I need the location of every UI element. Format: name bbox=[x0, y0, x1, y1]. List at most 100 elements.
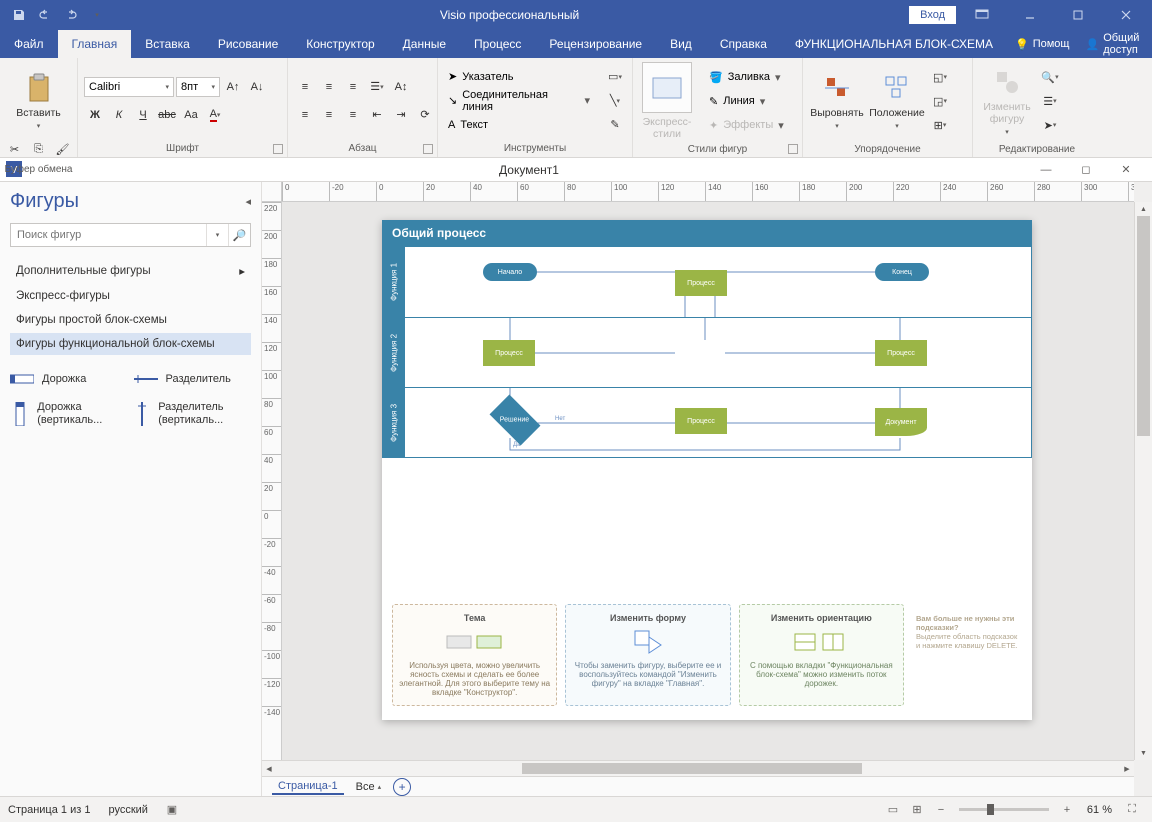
bullets-icon[interactable]: ☰▾ bbox=[366, 76, 388, 98]
add-page-icon[interactable]: + bbox=[393, 778, 411, 796]
qat-more-icon[interactable]: ▾ bbox=[84, 2, 110, 28]
tab-process[interactable]: Процесс bbox=[460, 30, 535, 58]
search-input[interactable] bbox=[11, 224, 206, 246]
align-center-icon[interactable]: ≡ bbox=[318, 104, 340, 126]
align-bot-icon[interactable]: ≡ bbox=[342, 76, 364, 98]
scroll-down-icon[interactable]: ▼ bbox=[1135, 746, 1152, 760]
minimize-icon[interactable] bbox=[1008, 1, 1052, 29]
doc-minimize-icon[interactable]: — bbox=[1026, 159, 1066, 181]
rotate-text-icon[interactable]: ⟳ bbox=[414, 104, 436, 126]
undo-icon[interactable] bbox=[32, 2, 58, 28]
ruler-horizontal[interactable]: 0-20020406080100120140160180200220240260… bbox=[282, 182, 1134, 202]
tab-view[interactable]: Вид bbox=[656, 30, 706, 58]
scrollbar-horizontal[interactable]: ◀ ▶ bbox=[262, 760, 1134, 776]
ruler-vertical[interactable]: 220200180160140120100806040200-20-40-60-… bbox=[262, 202, 282, 760]
swimlane-container[interactable]: Функция 1 Начало Конец Функция 2 Процесс bbox=[382, 246, 1032, 458]
tab-help[interactable]: Справка bbox=[706, 30, 781, 58]
bring-front-icon[interactable]: ◱▾ bbox=[929, 66, 951, 88]
maximize-icon[interactable] bbox=[1056, 1, 1100, 29]
font-dialog-icon[interactable] bbox=[273, 144, 283, 154]
layers-icon[interactable]: ☰▾ bbox=[1039, 90, 1061, 112]
tab-home[interactable]: Главная bbox=[58, 30, 132, 58]
canvas[interactable]: Общий процесс Функция 1 Начало Конец Фун… bbox=[282, 202, 1134, 760]
position-button[interactable]: Положение▾ bbox=[869, 62, 925, 140]
stencil-express[interactable]: Экспресс-фигуры bbox=[10, 285, 251, 307]
quick-styles-button[interactable]: Экспресс-стили bbox=[639, 62, 695, 140]
diagram-title[interactable]: Общий процесс bbox=[382, 220, 1032, 246]
grow-font-icon[interactable]: A↑ bbox=[222, 76, 244, 98]
inc-indent-icon[interactable]: ⇥ bbox=[390, 104, 412, 126]
shape-swimlane-v[interactable]: Дорожка (вертикаль... bbox=[10, 401, 128, 426]
stencil-more[interactable]: Дополнительные фигуры▸ bbox=[10, 259, 251, 283]
connector-tool[interactable]: ↘Соединительная линия▾ bbox=[444, 90, 594, 112]
tab-design[interactable]: Конструктор bbox=[292, 30, 388, 58]
tip-orient[interactable]: Изменить ориентацию С помощью вкладки "Ф… bbox=[739, 604, 904, 706]
format-painter-icon[interactable]: 🖌 bbox=[52, 138, 74, 160]
line-button[interactable]: ✎Линия▾ bbox=[705, 90, 788, 112]
styles-dialog-icon[interactable] bbox=[788, 144, 798, 154]
close-icon[interactable] bbox=[1104, 1, 1148, 29]
scroll-right-icon[interactable]: ▶ bbox=[1120, 761, 1134, 776]
bold-icon[interactable]: Ж bbox=[84, 104, 106, 126]
node-end[interactable]: Конец bbox=[875, 263, 929, 281]
pointer-tool[interactable]: ➤Указатель bbox=[444, 66, 594, 88]
underline-icon[interactable]: Ч bbox=[132, 104, 154, 126]
group-icon[interactable]: ⊞▾ bbox=[929, 114, 951, 136]
cut-icon[interactable]: ✂ bbox=[4, 138, 26, 160]
lane-2[interactable]: Функция 2 Процесс Процесс Процесс bbox=[383, 317, 1031, 387]
para-dialog-icon[interactable] bbox=[423, 144, 433, 154]
tab-review[interactable]: Рецензирование bbox=[535, 30, 656, 58]
font-size[interactable]: 8пт▾ bbox=[176, 77, 220, 97]
shape-separator-v[interactable]: Разделитель (вертикаль... bbox=[134, 401, 252, 426]
zoom-out-icon[interactable]: − bbox=[929, 799, 953, 821]
tip-theme[interactable]: Тема Используя цвета, можно увеличить яс… bbox=[392, 604, 557, 706]
status-lang[interactable]: русский bbox=[108, 804, 147, 816]
shrink-font-icon[interactable]: A↓ bbox=[246, 76, 268, 98]
share-button[interactable]: 👤Общий доступ bbox=[1077, 30, 1152, 58]
search-icon[interactable]: 🔎 bbox=[228, 224, 250, 246]
shape-search[interactable]: ▾ 🔎 bbox=[10, 223, 251, 247]
freeform-icon[interactable]: ✎ bbox=[604, 114, 626, 136]
tab-data[interactable]: Данные bbox=[389, 30, 460, 58]
signin-button[interactable]: Вход bbox=[909, 6, 956, 24]
lane-3[interactable]: Функция 3 Нет Да Решение Процесс Докумен… bbox=[383, 387, 1031, 457]
doc-restore-icon[interactable]: ◻ bbox=[1066, 159, 1106, 181]
align-left-icon[interactable]: ≡ bbox=[294, 104, 316, 126]
node-document[interactable]: Документ bbox=[875, 408, 927, 436]
align-mid-icon[interactable]: ≡ bbox=[318, 76, 340, 98]
change-case-icon[interactable]: Aa bbox=[180, 104, 202, 126]
font-color-icon[interactable]: A▾ bbox=[204, 104, 226, 126]
select-icon[interactable]: ➤▾ bbox=[1039, 114, 1061, 136]
zoom-in-icon[interactable]: + bbox=[1055, 799, 1079, 821]
all-pages[interactable]: Все▴ bbox=[356, 781, 381, 793]
scroll-v-thumb[interactable] bbox=[1137, 216, 1150, 436]
search-dropdown-icon[interactable]: ▾ bbox=[206, 224, 228, 246]
tab-addin[interactable]: ФУНКЦИОНАЛЬНАЯ БЛОК-СХЕМА bbox=[781, 30, 1007, 58]
scroll-up-icon[interactable]: ▲ bbox=[1135, 202, 1152, 216]
shape-swimlane[interactable]: Дорожка bbox=[10, 367, 128, 391]
line-icon[interactable]: ╲▾ bbox=[604, 90, 626, 112]
status-page[interactable]: Страница 1 из 1 bbox=[8, 804, 90, 816]
node-start[interactable]: Начало bbox=[483, 263, 537, 281]
strike-icon[interactable]: abc bbox=[156, 104, 178, 126]
align-button[interactable]: Выровнять▾ bbox=[809, 62, 865, 140]
scrollbar-vertical[interactable]: ▲ ▼ bbox=[1134, 202, 1152, 760]
zoom-value[interactable]: 61 % bbox=[1087, 804, 1112, 816]
stencil-functional[interactable]: Фигуры функциональной блок-схемы bbox=[10, 333, 251, 355]
scroll-left-icon[interactable]: ◀ bbox=[262, 761, 276, 776]
change-shape-button[interactable]: Изменить фигуру▾ bbox=[979, 62, 1035, 140]
send-back-icon[interactable]: ◲▾ bbox=[929, 90, 951, 112]
tab-insert[interactable]: Вставка bbox=[131, 30, 204, 58]
doc-close-icon[interactable]: ✕ bbox=[1106, 159, 1146, 181]
align-right-icon[interactable]: ≡ bbox=[342, 104, 364, 126]
effects-button[interactable]: ✦Эффекты▾ bbox=[705, 114, 788, 136]
presentation-mode-icon[interactable]: ▭ bbox=[881, 799, 905, 821]
find-icon[interactable]: 🔍▾ bbox=[1039, 66, 1061, 88]
tab-file[interactable]: Файл bbox=[0, 30, 58, 58]
dec-indent-icon[interactable]: ⇤ bbox=[366, 104, 388, 126]
collapse-pane-icon[interactable]: ◂ bbox=[245, 195, 251, 208]
fit-page-icon[interactable]: ⊞ bbox=[905, 799, 929, 821]
fill-button[interactable]: 🪣Заливка▾ bbox=[705, 66, 788, 88]
page-tab-1[interactable]: Страница-1 bbox=[272, 779, 344, 795]
redo-icon[interactable] bbox=[58, 2, 84, 28]
